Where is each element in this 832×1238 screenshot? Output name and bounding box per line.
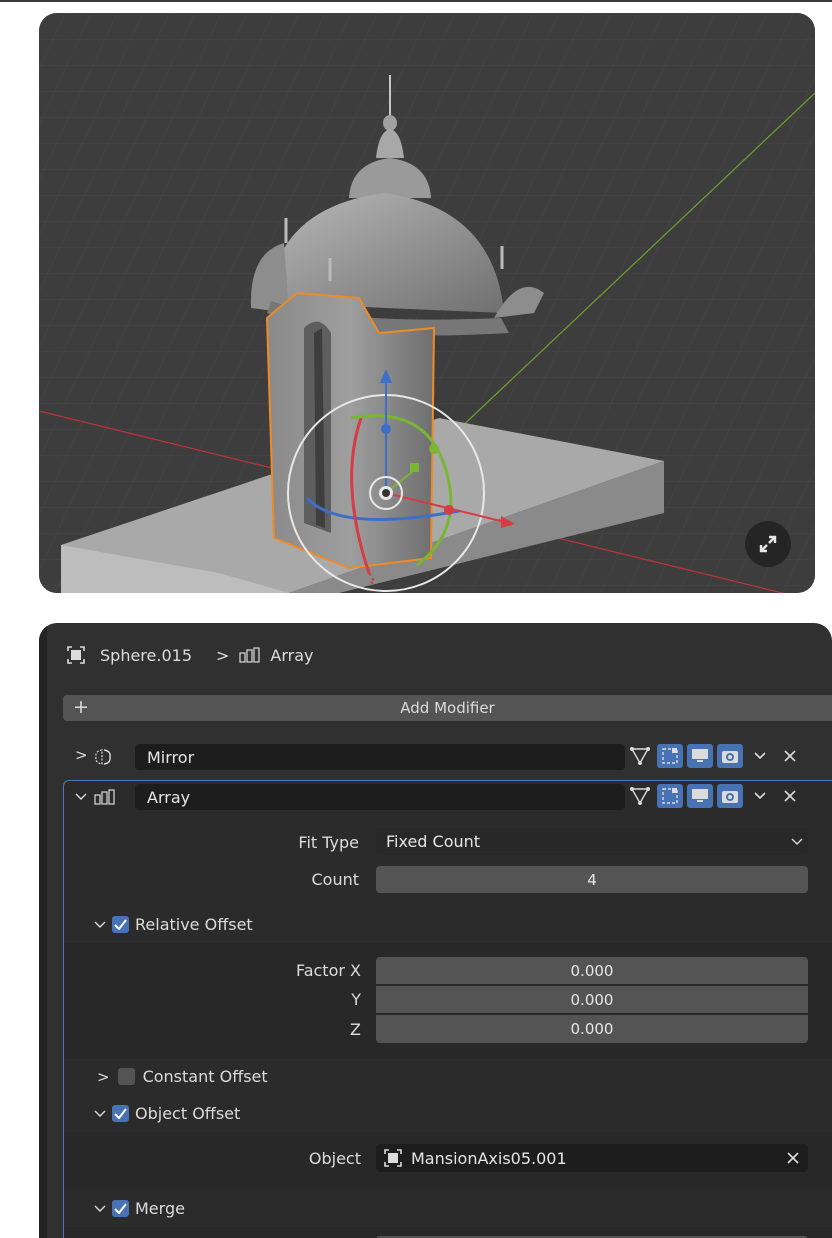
merge-label: Merge [135,1199,185,1218]
close-icon [784,790,796,802]
edit-mode-icon [662,748,678,764]
modifier-mirror-header[interactable]: > Mirror [63,741,832,773]
vertex-triangle-icon [630,787,650,805]
object-label: Object [308,1149,361,1168]
relative-offset-header[interactable]: Relative Offset [94,915,253,934]
camera-icon [722,791,738,803]
fit-type-label: Fit Type [298,833,359,852]
tower-body [267,293,434,568]
render-toggle[interactable] [717,744,743,768]
window-top-border [0,0,832,2]
camera-icon [722,751,738,763]
factor-y-field[interactable]: 0.000 [376,986,808,1013]
count-field[interactable]: 4 [376,866,808,893]
edit-mode-toggle[interactable] [657,744,683,768]
mirror-modifier-icon [95,749,111,765]
checkmark-icon [114,1203,127,1214]
chevron-down-icon [791,838,803,845]
modifier-array-header[interactable]: Array [63,781,832,813]
array-modifier-icon [239,647,261,663]
remove-modifier-button[interactable] [777,744,803,768]
viewport-display-toggle[interactable] [687,744,713,768]
merge-checkbox[interactable] [112,1200,129,1217]
constant-offset-label: Constant Offset [142,1067,268,1086]
edit-mode-toggle[interactable] [657,784,683,808]
offset-object-field[interactable]: MansionAxis05.001 [376,1144,808,1172]
viewport-scene [39,13,815,593]
close-icon [784,750,796,762]
factor-z-label: Z [350,1020,361,1039]
constant-offset-checkbox[interactable] [117,1068,135,1085]
factor-y-label: Y [351,990,361,1009]
monitor-icon [692,749,708,762]
edit-mode-icon [662,788,678,804]
array-name-field[interactable]: Array [135,784,625,810]
factor-x-field[interactable]: 0.000 [376,957,808,984]
checkmark-icon [114,919,127,930]
breadcrumb-separator: > [216,645,230,665]
clear-field-icon[interactable] [786,1151,800,1165]
vertex-triangle-icon [630,747,650,765]
chevron-right-icon[interactable]: > [75,746,88,764]
modifier-options-dropdown[interactable] [747,744,773,768]
chevron-down-icon[interactable] [94,921,106,929]
mirror-name-field[interactable]: Mirror [135,744,625,770]
relative-offset-checkbox[interactable] [112,916,129,933]
factor-z-field[interactable]: 0.000 [376,1015,808,1043]
constant-offset-header[interactable]: > Constant Offset [97,1067,268,1086]
checkmark-icon [114,1108,127,1119]
object-name: Sphere.015 [100,645,192,665]
chevron-right-icon[interactable]: > [97,1068,110,1086]
chevron-down-icon [754,752,766,760]
chevron-down-icon[interactable] [94,1205,106,1213]
array-modifier-icon [94,789,115,805]
object-offset-label: Object Offset [135,1104,241,1123]
modifier-options-dropdown[interactable] [747,784,773,808]
viewport-display-toggle[interactable] [687,784,713,808]
remove-modifier-button[interactable] [777,784,803,808]
expand-icon [759,535,777,553]
add-modifier-label: Add Modifier [400,699,495,717]
modifier-properties-panel: Sphere.015 > Array + Add Modifier > Mirr… [39,623,832,1238]
object-offset-checkbox[interactable] [112,1105,129,1122]
count-label: Count [311,870,359,889]
panel-left-strip [39,623,47,1238]
fullscreen-toggle-button[interactable] [745,521,791,567]
mesh-object-icon [67,646,85,664]
edit-cage-toggle[interactable] [627,784,653,808]
breadcrumb: Sphere.015 > Array [67,643,314,667]
chevron-down-icon[interactable] [94,1110,106,1118]
factor-x-label: Factor X [295,961,361,980]
render-toggle[interactable] [717,784,743,808]
add-modifier-button[interactable]: + Add Modifier [63,695,832,721]
relative-offset-label: Relative Offset [135,915,253,934]
object-offset-header[interactable]: Object Offset [94,1104,240,1123]
mesh-object-icon [384,1149,402,1167]
3d-viewport[interactable] [39,13,815,593]
chevron-down-icon[interactable] [74,792,88,802]
fit-type-dropdown[interactable]: Fixed Count [376,828,808,855]
merge-header[interactable]: Merge [94,1199,185,1218]
edit-cage-toggle[interactable] [627,744,653,768]
chevron-down-icon [754,792,766,800]
monitor-icon [692,789,708,802]
modifier-name: Array [270,645,314,665]
